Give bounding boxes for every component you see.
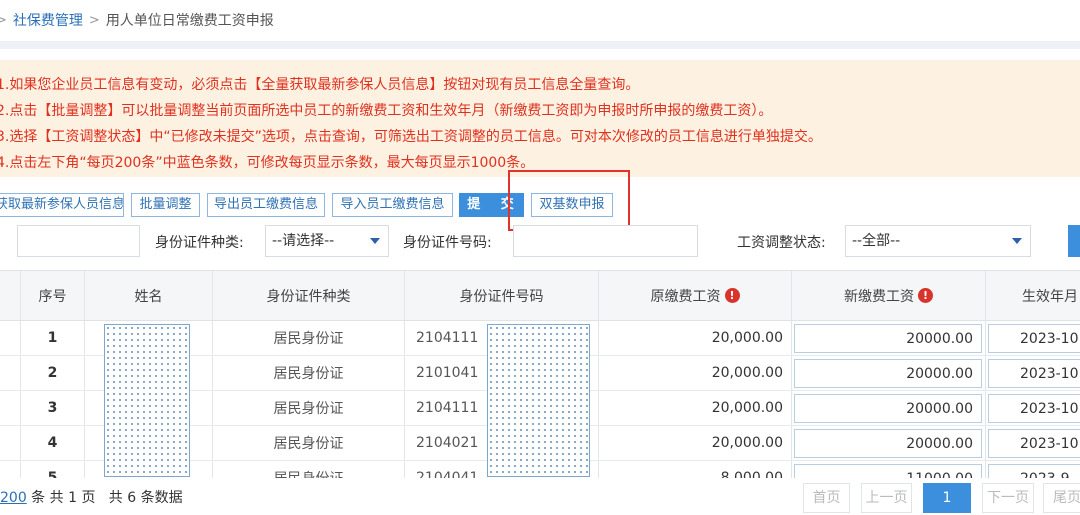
header-id-type: 身份证件种类 — [213, 271, 405, 320]
effective-month-input[interactable]: 2023-10 — [988, 429, 1080, 458]
chevron-down-icon — [370, 238, 380, 244]
header-old-wage-label: 原缴费工资 — [650, 288, 721, 305]
redaction-mask-names — [104, 324, 190, 477]
row-checkbox-cell[interactable] — [0, 321, 21, 355]
id-number-input[interactable] — [513, 225, 698, 257]
row-effective-cell: 2023-9 — [986, 461, 1080, 478]
row-index: 1 — [21, 321, 85, 355]
warning-icon[interactable]: ! — [918, 288, 933, 303]
filter-bar: 身份证件种类: --请选择-- 身份证件号码: 工资调整状态: --全部-- — [0, 225, 1080, 257]
breadcrumb: > 社保费管理 > 用人单位日常缴费工资申报 — [0, 0, 1080, 40]
breadcrumb-separator: > — [0, 12, 7, 28]
row-checkbox-cell[interactable] — [0, 426, 21, 460]
row-new-wage-cell: 20000.00 — [792, 321, 986, 355]
row-effective-cell: 2023-10 — [986, 426, 1080, 460]
header-id-number: 身份证件号码 — [405, 271, 599, 320]
employee-wage-table: 序号 姓名 身份证件种类 身份证件号码 原缴费工资 ! 新缴费工资 ! 生效年月… — [0, 270, 1080, 478]
header-divider — [0, 41, 1080, 49]
header-new-wage: 新缴费工资 ! — [792, 271, 986, 320]
row-old-wage: 8,000.00 — [599, 461, 792, 478]
header-effective-month: 生效年月 — [986, 271, 1080, 320]
redaction-mask-id-numbers — [487, 324, 590, 477]
notice-panel: 1.如果您企业员工信息有变动，必须点击【全量获取最新参保人员信息】按钮对现有员工… — [0, 60, 1080, 177]
new-wage-input[interactable]: 11000.00 — [794, 464, 982, 478]
new-wage-input[interactable]: 20000.00 — [794, 324, 982, 353]
row-effective-cell: 2023-10 — [986, 391, 1080, 425]
pagination-summary: 条 共 1 页 共 6 条数据 — [26, 490, 183, 506]
row-checkbox-cell[interactable] — [0, 356, 21, 390]
row-old-wage: 20,000.00 — [599, 356, 792, 390]
header-old-wage: 原缴费工资 ! — [599, 271, 792, 320]
row-checkbox-cell[interactable] — [0, 391, 21, 425]
row-new-wage-cell: 20000.00 — [792, 391, 986, 425]
id-type-label: 身份证件种类: — [155, 235, 244, 251]
header-index: 序号 — [21, 271, 85, 320]
page-1-button[interactable]: 1 — [923, 483, 971, 513]
query-button[interactable] — [1068, 225, 1080, 257]
row-id-type: 居民身份证 — [213, 321, 405, 355]
fetch-latest-insured-button[interactable]: 获取最新参保人员信息 — [0, 193, 124, 217]
chevron-down-icon — [1012, 238, 1022, 244]
row-old-wage: 20,000.00 — [599, 321, 792, 355]
effective-month-input[interactable]: 2023-10 — [988, 324, 1080, 353]
warning-icon[interactable]: ! — [724, 288, 740, 303]
batch-adjust-button[interactable]: 批量调整 — [131, 193, 200, 217]
id-number-label: 身份证件号码: — [403, 235, 492, 251]
row-index: 3 — [21, 391, 85, 425]
notice-line-1: 1.如果您企业员工信息有变动，必须点击【全量获取最新参保人员信息】按钮对现有员工… — [0, 77, 640, 93]
export-wage-info-button[interactable]: 导出员工缴费信息 — [207, 193, 325, 217]
highlight-annotation-box — [508, 170, 630, 231]
row-effective-cell: 2023-10 — [986, 321, 1080, 355]
new-wage-input[interactable]: 20000.00 — [794, 359, 982, 388]
pagination-info: 200 条 共 1 页 共 6 条数据 — [0, 487, 183, 507]
header-new-wage-label: 新缴费工资 — [844, 288, 914, 305]
prev-page-button[interactable]: 上一页 — [861, 483, 912, 513]
notice-line-2: 2.点击【批量调整】可以批量调整当前页面所选中员工的新缴费工资和生效年月（新缴费… — [0, 103, 773, 119]
next-page-button[interactable]: 下一页 — [982, 483, 1034, 513]
pagination-bar: 200 条 共 1 页 共 6 条数据 首页 上一页 1 下一页 尾页 — [0, 478, 1080, 515]
id-type-select-value: --请选择-- — [272, 233, 335, 249]
effective-month-input[interactable]: 2023-10 — [988, 394, 1080, 423]
row-checkbox-cell[interactable] — [0, 461, 21, 478]
breadcrumb-current-page: 用人单位日常缴费工资申报 — [105, 13, 274, 29]
breadcrumb-link-social-fees[interactable]: 社保费管理 — [13, 10, 83, 30]
name-search-input[interactable] — [17, 225, 140, 257]
id-type-select[interactable]: --请选择-- — [265, 225, 389, 257]
row-id-type: 居民身份证 — [213, 461, 405, 478]
wage-status-select[interactable]: --全部-- — [845, 225, 1031, 257]
row-new-wage-cell: 20000.00 — [792, 426, 986, 460]
row-old-wage: 20,000.00 — [599, 391, 792, 425]
row-new-wage-cell: 20000.00 — [792, 356, 986, 390]
row-effective-cell: 2023-10 — [986, 356, 1080, 390]
effective-month-input[interactable]: 2023-9 — [988, 464, 1080, 478]
page-size-link[interactable]: 200 — [0, 490, 27, 506]
new-wage-input[interactable]: 20000.00 — [794, 394, 982, 423]
row-id-type: 居民身份证 — [213, 356, 405, 390]
row-old-wage: 20,000.00 — [599, 426, 792, 460]
import-wage-info-button[interactable]: 导入员工缴费信息 — [332, 193, 453, 217]
row-index: 4 — [21, 426, 85, 460]
row-id-type: 居民身份证 — [213, 426, 405, 460]
breadcrumb-separator: > — [88, 12, 100, 28]
row-id-type: 居民身份证 — [213, 391, 405, 425]
notice-line-3: 3.选择【工资调整状态】中“已修改未提交”选项，点击查询，可筛选出工资调整的员工… — [0, 129, 822, 145]
header-name: 姓名 — [85, 271, 213, 320]
header-checkbox-column — [0, 271, 21, 320]
row-index: 5 — [21, 461, 85, 478]
wage-status-select-value: --全部-- — [852, 233, 901, 249]
effective-month-input[interactable]: 2023-10 — [988, 359, 1080, 388]
table-header: 序号 姓名 身份证件种类 身份证件号码 原缴费工资 ! 新缴费工资 ! 生效年月 — [0, 271, 1080, 321]
row-index: 2 — [21, 356, 85, 390]
last-page-button[interactable]: 尾页 — [1043, 483, 1080, 513]
wage-status-label: 工资调整状态: — [737, 235, 826, 251]
row-new-wage-cell: 11000.00 — [792, 461, 986, 478]
new-wage-input[interactable]: 20000.00 — [794, 429, 982, 458]
first-page-button[interactable]: 首页 — [803, 483, 850, 513]
